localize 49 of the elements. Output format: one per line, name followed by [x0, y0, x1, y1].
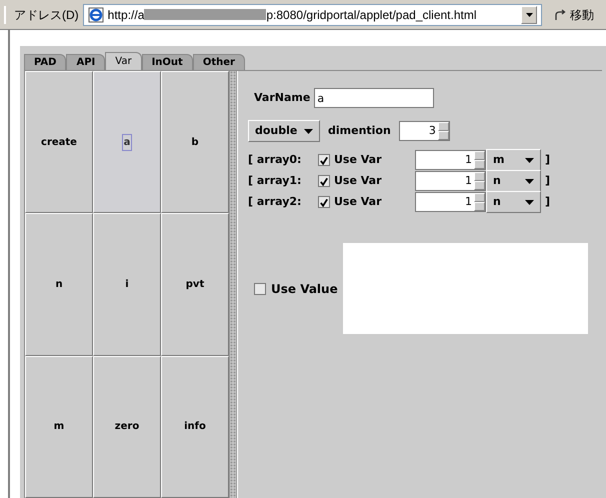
variable-button[interactable]: zero	[93, 356, 161, 498]
address-field[interactable]: http://a p:8080/gridportal/applet/pad_client.html	[82, 4, 542, 26]
tab[interactable]: Other	[192, 54, 245, 70]
varname-field[interactable]: a	[314, 88, 434, 108]
page-icon	[88, 6, 104, 22]
variable-button[interactable]: i	[93, 213, 161, 356]
address-label: アドレス(D)	[4, 6, 79, 24]
variable-dropdown[interactable]: m	[486, 149, 541, 171]
dropdown-arrow-icon	[525, 200, 534, 204]
variable-button[interactable]: a	[93, 71, 161, 214]
use-value-label: Use Value	[271, 280, 338, 298]
number-spinner[interactable]: 1	[415, 150, 486, 170]
variable-dropdown[interactable]: n	[486, 170, 541, 192]
use-var-label: Use Var	[334, 172, 382, 189]
tab[interactable]: Var	[105, 52, 142, 70]
variable-button[interactable]: info	[161, 356, 229, 498]
tab[interactable]: InOut	[142, 54, 193, 70]
bracket-text: ]	[545, 172, 550, 189]
variable-button[interactable]: n	[25, 213, 93, 356]
number-spinner[interactable]: 1	[415, 171, 486, 191]
variable-button[interactable]: pvt	[161, 213, 229, 356]
tab[interactable]: API	[66, 54, 106, 70]
use-var-label: Use Var	[334, 194, 382, 210]
dropdown-arrow-icon	[525, 178, 534, 184]
variable-button[interactable]: b	[161, 71, 229, 214]
number-spinner[interactable]: 1	[415, 192, 486, 212]
array-label: [ array2:	[248, 194, 302, 210]
dropdown-arrow-icon	[304, 128, 313, 134]
checkbox[interactable]	[318, 196, 330, 208]
checkbox[interactable]	[318, 154, 330, 166]
checkbox[interactable]	[318, 175, 330, 187]
tab[interactable]: PAD	[24, 54, 66, 70]
dropdown-arrow-icon	[525, 158, 534, 162]
use-var-label: Use Var	[334, 152, 382, 168]
go-button[interactable]: 移動	[546, 6, 602, 24]
variable-button[interactable]: create	[25, 71, 93, 214]
type-dropdown[interactable]: double	[248, 120, 320, 142]
checkbox[interactable]	[254, 282, 266, 294]
array-label: [ array0:	[248, 152, 302, 168]
array-label: [ array1:	[248, 172, 302, 189]
dropdown-icon[interactable]	[521, 6, 537, 24]
dimension-label: dimention	[328, 122, 391, 139]
number-spinner[interactable]: 3	[398, 121, 450, 141]
varname-label: VarName	[254, 90, 310, 106]
bracket-text: ]	[545, 194, 550, 210]
arrow-icon	[554, 8, 566, 20]
variable-dropdown[interactable]: n	[486, 191, 541, 213]
variable-button[interactable]: m	[25, 356, 93, 498]
bracket-text: ]	[545, 152, 550, 168]
